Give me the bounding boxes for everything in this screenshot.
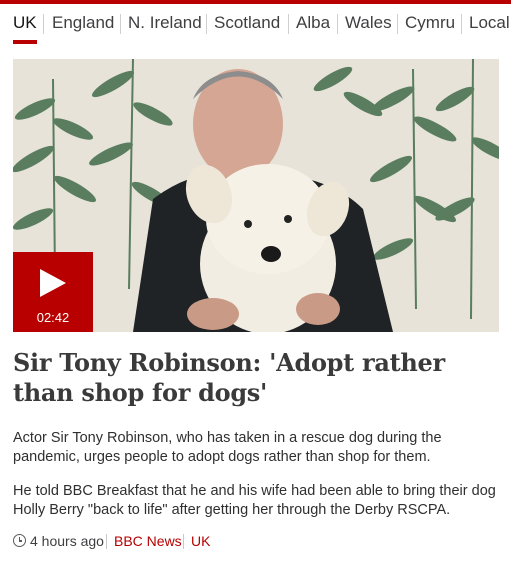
nav-divider [206,14,207,34]
nav-divider [288,14,289,34]
nav-divider [43,14,44,34]
nav-divider [397,14,398,34]
article-headline[interactable]: Sir Tony Robinson: 'Adopt rather than sh… [13,348,493,408]
nav-item-wales[interactable]: Wales [345,4,392,44]
meta-divider [183,534,184,549]
nav-item-uk[interactable]: UK [13,4,37,44]
article-summary: Actor Sir Tony Robinson, who has taken i… [13,430,442,465]
nav-divider [120,14,121,34]
nav-item-alba[interactable]: Alba [296,4,330,44]
nav-item-england[interactable]: England [52,4,114,44]
nav-item-scotland[interactable]: Scotland [214,4,280,44]
nav-divider [461,14,462,34]
play-button[interactable]: 02:42 [13,252,93,332]
source-link[interactable]: BBC News [114,531,182,551]
nav-item-n-ireland[interactable]: N. Ireland [128,4,202,44]
article-summary-detail: He told BBC Breakfast that he and his wi… [13,483,496,518]
region-nav: UK England N. Ireland Scotland Alba Wale… [0,4,511,44]
play-icon [40,269,66,297]
meta-divider [106,534,107,549]
nav-item-local[interactable]: Local [469,4,510,44]
nav-item-cymru[interactable]: Cymru [405,4,455,44]
video-player[interactable]: 02:42 [13,59,499,332]
video-duration: 02:42 [36,310,70,325]
timestamp: 4 hours ago [30,533,104,549]
nav-divider [337,14,338,34]
clock-icon [13,534,26,547]
section-link[interactable]: UK [191,531,210,551]
